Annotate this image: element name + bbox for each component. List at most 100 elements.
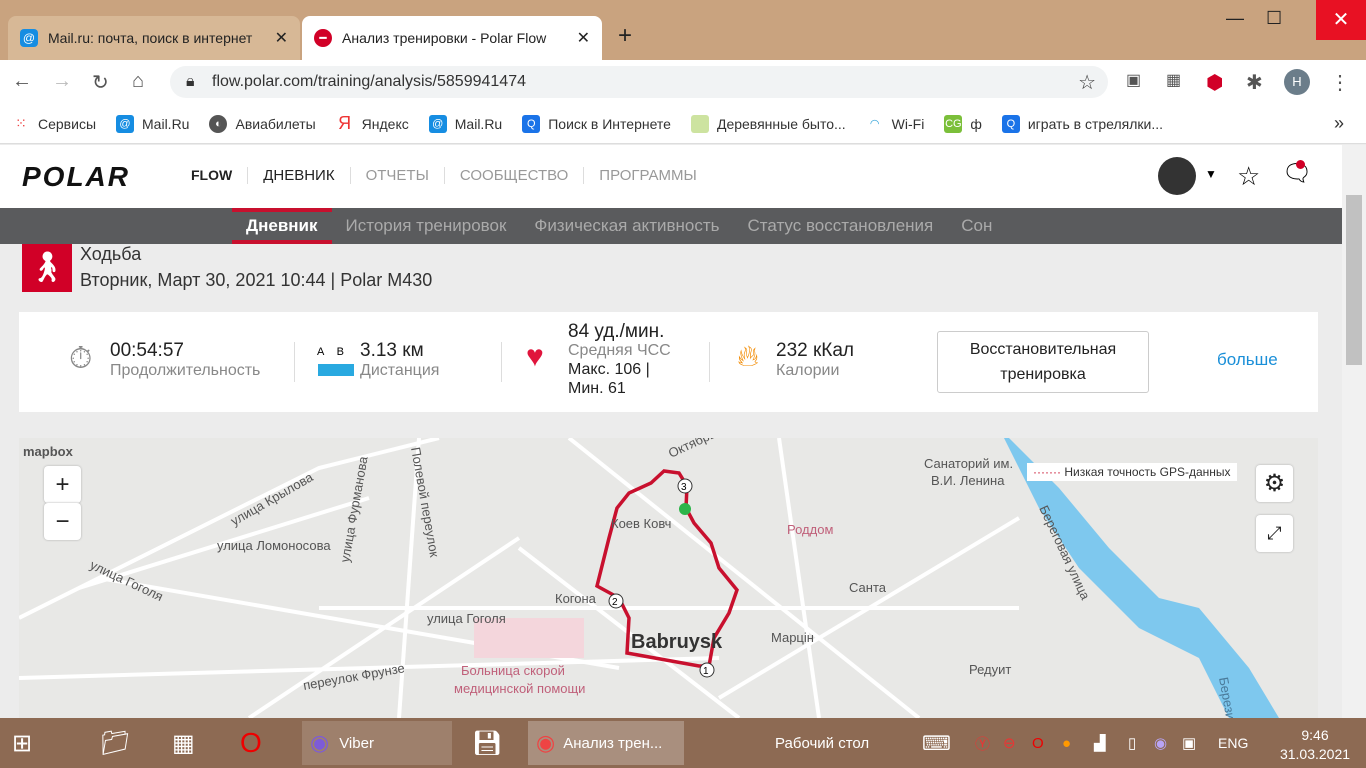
mapbox-logo[interactable]: mapbox xyxy=(23,444,73,459)
subnav-recovery[interactable]: Статус восстановления xyxy=(734,208,948,244)
keyboard-icon[interactable]: ⌨︎ xyxy=(922,721,951,765)
nav-diary[interactable]: ДНЕВНИК xyxy=(247,167,349,184)
bookmarks-bar: ⁙ Сервисы @ Mail.Ru ◐ Авиабилеты Я Яндекс @ M… xyxy=(0,104,1366,144)
opera-icon[interactable]: O xyxy=(240,721,262,765)
maximize-button[interactable]: ☐ xyxy=(1266,8,1282,29)
search-icon: Q xyxy=(1001,114,1020,133)
bookmark-label: Поиск в Интернете xyxy=(548,115,671,132)
subnav-diary[interactable]: Дневник xyxy=(232,208,332,244)
user-avatar[interactable] xyxy=(1158,157,1196,195)
extension-icon[interactable]: ▣ xyxy=(1126,70,1141,90)
svg-text:Когона: Когона xyxy=(555,591,597,606)
tab-polar[interactable]: ━ Анализ тренировки - Polar Flow ✕ xyxy=(302,16,602,60)
heart-icon: ♥ xyxy=(526,340,544,373)
viber-tray-icon[interactable]: ◉ xyxy=(1154,721,1167,765)
desktop-toolbar[interactable]: Рабочий стол xyxy=(775,721,869,765)
subnav-training-history[interactable]: История тренировок xyxy=(332,208,521,244)
clock[interactable]: 9:46 31.03.2021 xyxy=(1275,726,1355,764)
page-icon xyxy=(690,114,709,133)
calories-value: 232 кКал xyxy=(776,340,855,361)
search-icon: Q xyxy=(522,114,541,133)
fullscreen-icon[interactable]: ⤢ xyxy=(1256,515,1293,552)
polar-logo[interactable]: POLAR xyxy=(22,161,130,193)
main-nav: FLOW ДНЕВНИК ОТЧЕТЫ СООБЩЕСТВО ПРОГРАММЫ xyxy=(176,167,712,184)
extension-icon[interactable]: ▦ xyxy=(1166,70,1181,90)
chevron-down-icon[interactable]: ▼ xyxy=(1205,167,1217,181)
profile-avatar[interactable]: H xyxy=(1284,69,1310,95)
svg-text:Коев Ковч: Коев Ковч xyxy=(611,516,671,531)
floppy-icon[interactable]: 💾︎ xyxy=(472,721,502,765)
subnav-sleep[interactable]: Сон xyxy=(947,208,1006,244)
opera-tray-icon[interactable]: O xyxy=(1032,721,1044,765)
explorer-icon[interactable]: 📁︎ xyxy=(100,721,130,765)
close-window-button[interactable]: ✕ xyxy=(1316,0,1366,40)
puzzle-icon[interactable]: ✱ xyxy=(1246,70,1263,95)
close-tab-icon[interactable]: ✕ xyxy=(275,28,288,48)
bookmark[interactable]: ◐ Авиабилеты xyxy=(209,114,316,133)
zoom-in-button[interactable]: + xyxy=(44,466,81,503)
locate-icon[interactable]: ⚙︎ xyxy=(1256,465,1293,502)
polar-icon: ━ xyxy=(314,29,332,47)
bookmark-label: Деревянные быто... xyxy=(716,115,846,132)
minimize-button[interactable]: — xyxy=(1226,8,1244,29)
route-map[interactable]: 1 2 3 улица Крылова улица Фурманова Поле… xyxy=(19,438,1318,718)
gps-legend-text: Низкая точность GPS-данных xyxy=(1064,465,1231,479)
bookmark[interactable]: ◠ Wi-Fi xyxy=(866,115,924,133)
training-benefit-button[interactable]: Восстановительная тренировка xyxy=(937,331,1149,393)
yandex-tray-icon[interactable]: Ⓨ xyxy=(975,721,990,765)
menu-icon[interactable]: ⋮ xyxy=(1330,70,1350,95)
close-tab-icon[interactable]: ✕ xyxy=(577,28,590,48)
bookmark[interactable]: Q Поиск в Интернете xyxy=(522,114,671,133)
battery-icon[interactable]: ▯ xyxy=(1128,721,1136,765)
reload-icon[interactable]: ↻ xyxy=(92,70,109,95)
bookmark[interactable]: ⁙ Сервисы xyxy=(12,115,96,133)
apps-icon: ⁙ xyxy=(15,115,27,131)
nav-reports[interactable]: ОТЧЕТЫ xyxy=(349,167,444,184)
bookmark-label: Mail.Ru xyxy=(454,115,503,132)
tab-mailru[interactable]: @ Mail.ru: почта, поиск в интернет ✕ xyxy=(8,16,300,60)
svg-text:Больница скорой: Больница скорой xyxy=(461,663,565,678)
home-icon[interactable]: ⌂ xyxy=(132,70,144,93)
svg-text:Санта: Санта xyxy=(849,580,887,595)
scrollbar[interactable] xyxy=(1342,145,1366,718)
taskbar-chrome[interactable]: ◉ Анализ трен... xyxy=(528,721,684,765)
odnoklassniki-icon[interactable]: ● xyxy=(1062,721,1071,765)
more-bookmarks-button[interactable]: » xyxy=(1334,113,1344,134)
divider xyxy=(709,342,710,382)
adblock-icon[interactable]: ⬢ xyxy=(1206,70,1223,95)
new-tab-button[interactable]: + xyxy=(618,22,632,50)
tab-title: Анализ тренировки - Polar Flow xyxy=(342,30,547,46)
duration-value: 00:54:57 xyxy=(110,340,184,361)
language-indicator[interactable]: ENG xyxy=(1218,721,1248,765)
display-icon[interactable]: ▣ xyxy=(1182,721,1196,765)
start-button[interactable]: ⊞ xyxy=(12,721,32,765)
calculator-icon[interactable]: ▦ xyxy=(172,721,195,765)
bookmark[interactable]: Qиграть в стрелялки... xyxy=(1001,114,1163,133)
svg-text:В.И. Ленина: В.И. Ленина xyxy=(931,473,1005,488)
nav-programs[interactable]: ПРОГРАММЫ xyxy=(583,167,712,184)
scrollbar-thumb[interactable] xyxy=(1346,195,1362,365)
divider xyxy=(294,342,295,382)
favorites-star-icon[interactable]: ☆ xyxy=(1237,161,1260,192)
zoom-out-button[interactable]: − xyxy=(44,503,81,540)
taskbar-viber[interactable]: ◉ Viber xyxy=(302,721,452,765)
chrome-icon: ◉ xyxy=(536,730,556,755)
network-icon[interactable]: ▟ xyxy=(1094,721,1106,765)
bookmark[interactable]: Деревянные быто... xyxy=(690,114,846,133)
back-icon[interactable]: ← xyxy=(12,70,32,93)
star-icon[interactable]: ☆ xyxy=(1078,70,1096,95)
start-marker[interactable] xyxy=(679,503,691,515)
bookmark[interactable]: CG ф xyxy=(944,114,982,133)
nav-community[interactable]: СООБЩЕСТВО xyxy=(443,167,583,184)
forward-icon[interactable]: → xyxy=(52,70,72,93)
adblock-tray-icon[interactable]: ⊖ xyxy=(1003,721,1016,765)
subnav-activity[interactable]: Физическая активность xyxy=(520,208,733,244)
url-input[interactable]: 🔒︎ flow.polar.com/training/analysis/58599… xyxy=(170,66,1108,98)
more-link[interactable]: больше xyxy=(1217,350,1278,370)
bookmark[interactable]: @ Mail.Ru xyxy=(428,114,503,133)
browser-titlebar: @ Mail.ru: почта, поиск в интернет ✕ ━ Анал… xyxy=(0,0,1366,60)
bookmark[interactable]: Я Яндекс xyxy=(336,113,409,133)
url-text: flow.polar.com/training/analysis/5859941… xyxy=(212,73,526,90)
svg-text:Октябрьская: Октябрьская xyxy=(666,438,742,461)
bookmark[interactable]: @ Mail.Ru xyxy=(116,114,189,133)
